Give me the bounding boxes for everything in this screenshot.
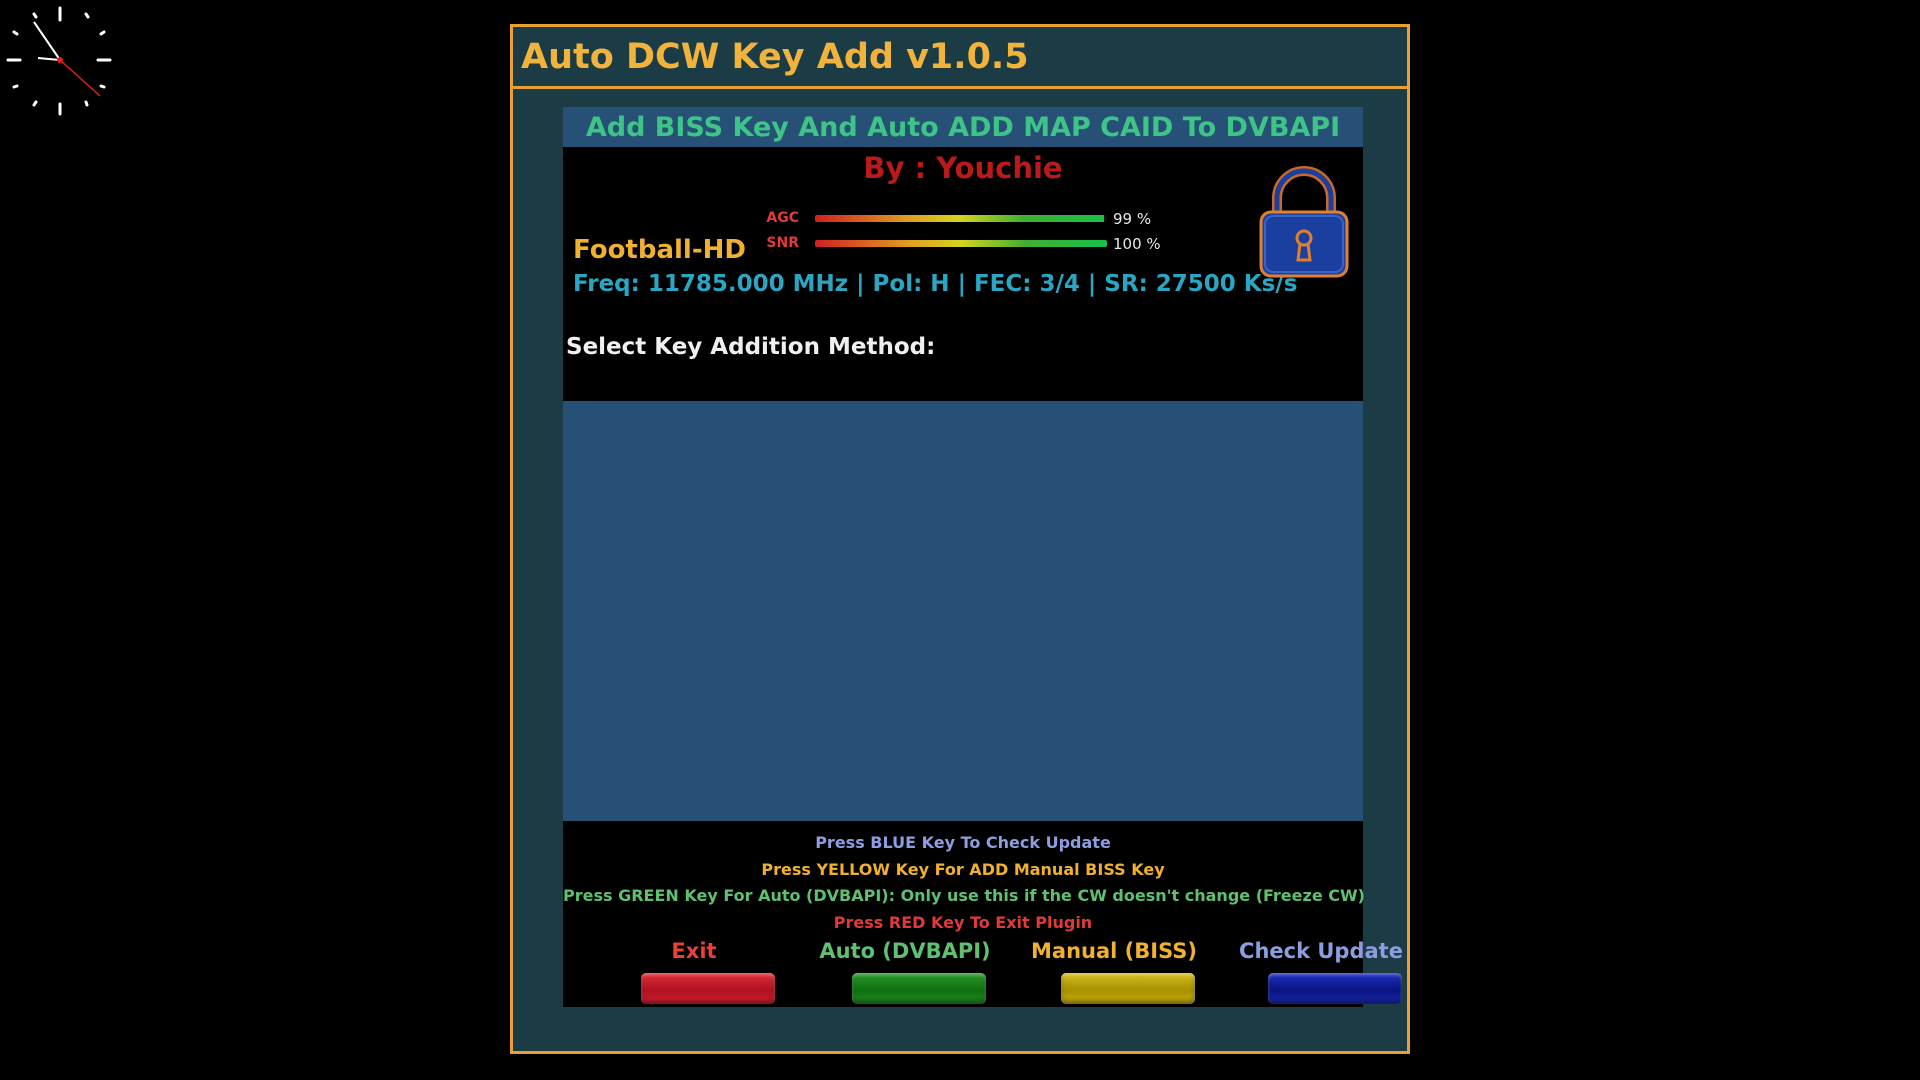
- agc-bar-fill: [815, 215, 1105, 222]
- manual-biss-button-label: Manual (BISS): [1031, 939, 1197, 963]
- plugin-window: Auto DCW Key Add v1.0.5 Add BISS Key And…: [510, 24, 1410, 1054]
- auto-dvbapi-button[interactable]: Auto (DVBAPI): [815, 939, 995, 1011]
- hint-green-key: Press GREEN Key For Auto (DVBAPI): Only …: [563, 886, 1365, 905]
- method-prompt: Select Key Addition Method:: [566, 334, 936, 360]
- lock-icon: [1259, 166, 1349, 278]
- green-key-bar[interactable]: [852, 973, 986, 1004]
- check-update-button[interactable]: Check Update: [1231, 939, 1411, 1011]
- clock-second-hand: [59, 59, 101, 97]
- hint-blue-key: Press BLUE Key To Check Update: [815, 833, 1111, 852]
- window-title: Auto DCW Key Add v1.0.5: [521, 36, 1029, 77]
- hint-yellow-key: Press YELLOW Key For ADD Manual BISS Key: [761, 859, 1165, 879]
- auto-dvbapi-button-label: Auto (DVBAPI): [819, 939, 991, 963]
- snr-bar: [815, 240, 1107, 247]
- agc-value: 99 %: [1113, 210, 1152, 228]
- snr-value: 100 %: [1113, 235, 1161, 253]
- channel-name: Football-HD: [573, 235, 746, 265]
- channel-tuning-info: Freq: 11785.000 MHz | Pol: H | FEC: 3/4 …: [573, 271, 1298, 297]
- snr-label: SNR: [766, 235, 799, 251]
- panel-subtitle: Add BISS Key And Auto ADD MAP CAID To DV…: [563, 107, 1363, 147]
- method-list[interactable]: [563, 401, 1363, 821]
- agc-meter: AGC 99 %: [763, 209, 1151, 229]
- hint-red-key: Press RED Key To Exit Plugin: [833, 912, 1093, 932]
- snr-bar-fill: [815, 240, 1107, 247]
- clock-icon: [6, 6, 112, 116]
- author-credit: By : Youchie: [863, 151, 1063, 185]
- exit-button[interactable]: Exit: [604, 939, 784, 1011]
- exit-button-label: Exit: [671, 939, 717, 963]
- agc-bar: [815, 215, 1107, 222]
- blue-key-bar[interactable]: [1268, 973, 1402, 1004]
- snr-meter: SNR 100 %: [763, 234, 1160, 254]
- key-hints: Press BLUE Key To Check Update Press YEL…: [563, 830, 1365, 936]
- check-update-button-label: Check Update: [1239, 939, 1403, 963]
- red-key-bar[interactable]: [641, 973, 775, 1004]
- clock-hour-hand: [37, 57, 61, 61]
- yellow-key-bar[interactable]: [1061, 973, 1195, 1004]
- clock-minute-hand: [33, 21, 61, 61]
- main-panel: Add BISS Key And Auto ADD MAP CAID To DV…: [563, 107, 1403, 1007]
- manual-biss-button[interactable]: Manual (BISS): [1024, 939, 1204, 1011]
- title-bar: Auto DCW Key Add v1.0.5: [513, 27, 1407, 89]
- agc-label: AGC: [766, 210, 799, 226]
